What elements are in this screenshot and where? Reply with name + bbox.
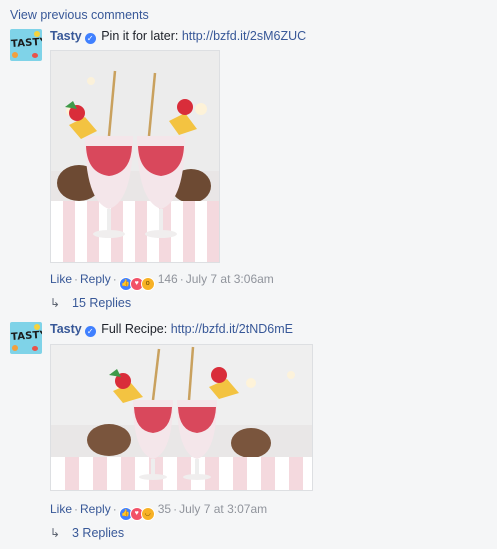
comment-photo[interactable] (50, 50, 220, 263)
replies-link[interactable]: ↳ 3 Replies (50, 526, 124, 540)
comment-link[interactable]: http://bzfd.it/2sM6ZUC (182, 29, 306, 43)
comment-photo[interactable] (50, 344, 313, 491)
reactions-summary[interactable]: 👍 ♥ ◡ 35 (118, 502, 172, 521)
separator: · (173, 502, 178, 516)
avatar-decoration (12, 52, 18, 58)
comment-link[interactable]: http://bzfd.it/2tND6mE (171, 322, 293, 336)
reply-arrow-icon: ↳ (50, 526, 61, 540)
reaction-count: 35 (157, 502, 172, 516)
avatar-logo-text: TASTY (10, 36, 42, 51)
like-link[interactable]: Like (50, 502, 72, 516)
comment-text: Full Recipe: (101, 322, 171, 336)
comment-actions: Like · Reply · 👍 ♥ o 146 · July 7 at 3:06am (50, 272, 274, 291)
comment-header: Tasty ✓ Full Recipe: http://bzfd.it/2tND6… (50, 322, 293, 337)
replies-count-label: 15 Replies (72, 296, 132, 310)
replies-count-label: 3 Replies (72, 526, 125, 540)
separator: · (112, 272, 117, 286)
comment-author[interactable]: Tasty (50, 29, 82, 43)
separator: · (112, 502, 117, 516)
comment-timestamp[interactable]: July 7 at 3:06am (186, 272, 274, 286)
separator: · (179, 272, 184, 286)
replies-link[interactable]: ↳ 15 Replies (50, 296, 131, 310)
reply-link[interactable]: Reply (80, 502, 111, 516)
reply-arrow-icon: ↳ (50, 296, 61, 310)
separator: · (74, 272, 79, 286)
like-link[interactable]: Like (50, 272, 72, 286)
avatar-decoration (32, 53, 38, 58)
avatar-logo-text: TASTY (10, 329, 42, 344)
reactions-summary[interactable]: 👍 ♥ o 146 (118, 272, 178, 291)
comment-author[interactable]: Tasty (50, 322, 82, 336)
comment-actions: Like · Reply · 👍 ♥ ◡ 35 · July 7 at 3:07am (50, 502, 267, 521)
haha-icon: ◡ (140, 507, 155, 521)
comment-header: Tasty ✓ Pin it for later: http://bzfd.it/… (50, 29, 306, 44)
wow-icon: o (140, 277, 155, 291)
separator: · (74, 502, 79, 516)
drink-photo-illustration (51, 345, 312, 490)
view-previous-comments-link[interactable]: View previous comments (10, 8, 149, 22)
avatar[interactable]: TASTY (10, 29, 42, 61)
verified-badge-icon: ✓ (84, 326, 96, 337)
reply-link[interactable]: Reply (80, 272, 111, 286)
avatar-decoration (32, 346, 38, 351)
comment-text: Pin it for later: (101, 29, 182, 43)
avatar-decoration (12, 345, 18, 351)
avatar[interactable]: TASTY (10, 322, 42, 354)
reaction-count: 146 (157, 272, 178, 286)
verified-badge-icon: ✓ (84, 33, 96, 44)
drink-photo-illustration (51, 51, 219, 262)
comment-timestamp[interactable]: July 7 at 3:07am (179, 502, 267, 516)
